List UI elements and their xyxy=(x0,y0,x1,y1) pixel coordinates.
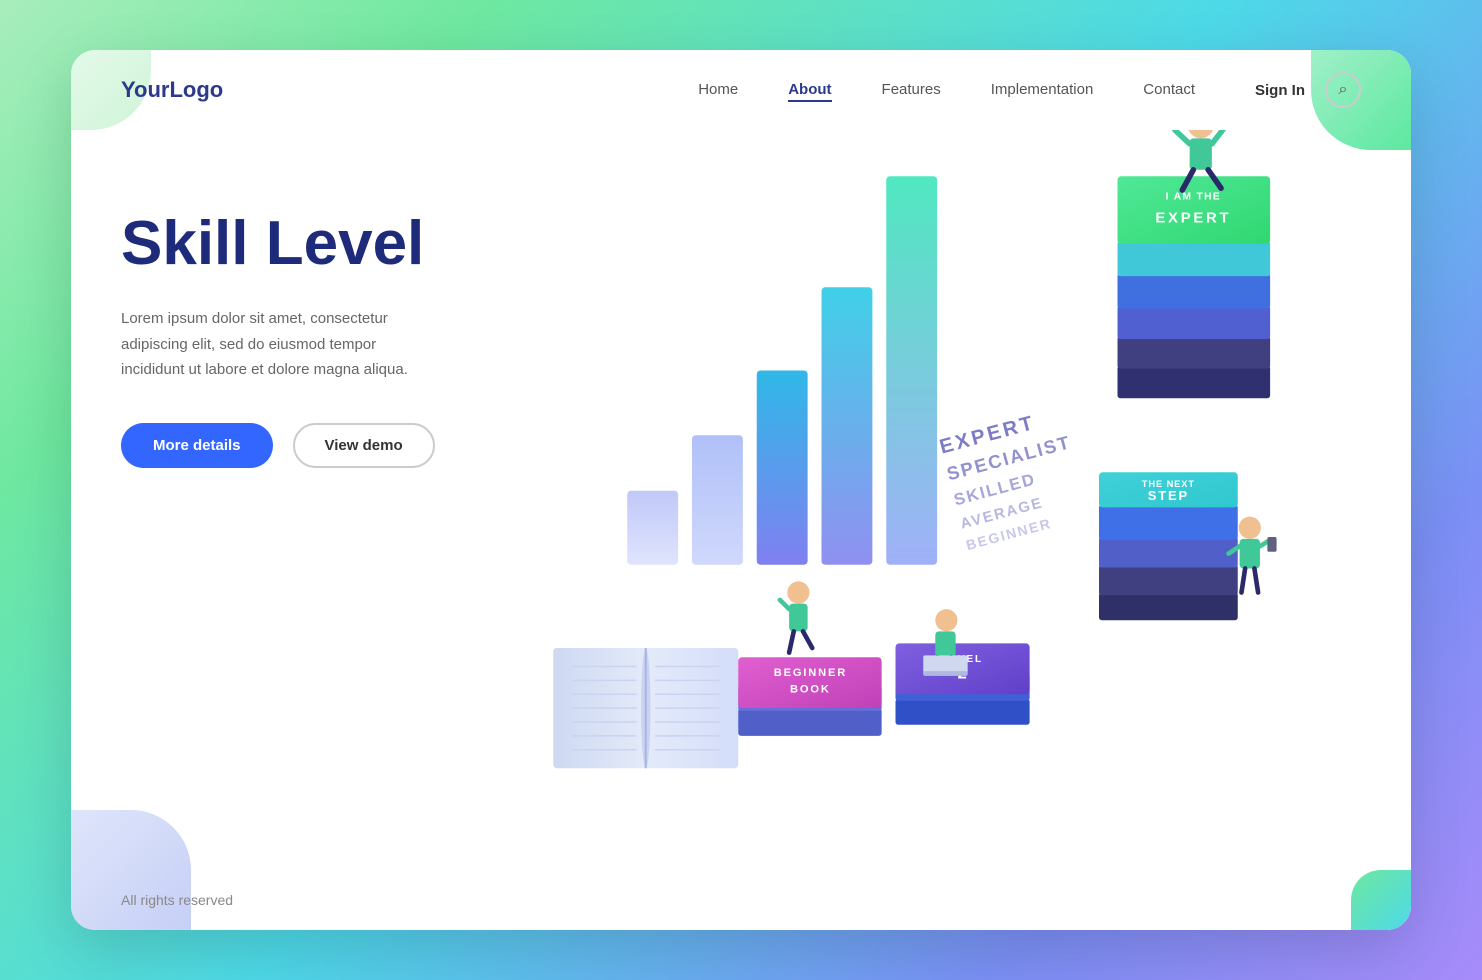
nav-link-implementation[interactable]: Implementation xyxy=(991,81,1094,98)
nav-right: Sign In ⌕ xyxy=(1255,72,1361,108)
svg-text:SPECIALIST: SPECIALIST xyxy=(945,431,1074,484)
svg-text:STEP: STEP xyxy=(1148,488,1189,503)
nav-link-contact[interactable]: Contact xyxy=(1143,81,1195,98)
bar-expert xyxy=(886,176,937,565)
search-button[interactable]: ⌕ xyxy=(1325,72,1361,108)
right-panel: EXPERT SPECIALIST SKILLED AVERAGE BEGINN… xyxy=(491,130,1411,870)
svg-text:EXPERT: EXPERT xyxy=(937,412,1037,459)
svg-text:THE NEXT: THE NEXT xyxy=(1142,479,1195,489)
svg-text:LEVEL: LEVEL xyxy=(941,654,983,665)
footer: All rights reserved xyxy=(71,870,1411,930)
svg-text:EXPERT: EXPERT xyxy=(1155,211,1231,227)
navbar: YourLogo Home About Features Implementat… xyxy=(71,50,1411,130)
person-laptop xyxy=(923,609,967,676)
person-beginner xyxy=(780,581,812,652)
more-details-button[interactable]: More details xyxy=(121,423,273,468)
footer-text: All rights reserved xyxy=(121,892,233,908)
bar-average xyxy=(692,435,743,565)
nav-item-features[interactable]: Features xyxy=(882,81,941,99)
open-book-group xyxy=(553,648,738,768)
main-content: Skill Level Lorem ipsum dolor sit amet, … xyxy=(71,130,1411,870)
nav-item-home[interactable]: Home xyxy=(698,81,738,99)
nav-links: Home About Features Implementation Conta… xyxy=(698,81,1195,99)
bar-beginner xyxy=(627,491,678,565)
level2-book-stack: LEVEL 2 xyxy=(896,643,1030,724)
person-expert xyxy=(1175,130,1225,190)
hero-description: Lorem ipsum dolor sit amet, consectetur … xyxy=(121,306,441,383)
svg-text:BEGINNER: BEGINNER xyxy=(774,667,847,679)
next-step-book-stack: THE NEXT STEP xyxy=(1099,472,1238,620)
beginner-book-stack: BEGINNER BOOK xyxy=(738,657,881,736)
hero-title: Skill Level xyxy=(121,210,441,278)
nav-link-about[interactable]: About xyxy=(788,81,831,102)
nav-item-about[interactable]: About xyxy=(788,81,831,99)
nav-link-features[interactable]: Features xyxy=(882,81,941,98)
bar-specialist xyxy=(822,287,873,565)
level-labels-group: EXPERT SPECIALIST SKILLED AVERAGE BEGINN… xyxy=(937,404,1091,553)
svg-text:AVERAGE: AVERAGE xyxy=(959,495,1045,532)
svg-text:I AM THE: I AM THE xyxy=(1166,191,1221,202)
view-demo-button[interactable]: View demo xyxy=(293,423,435,468)
svg-text:BOOK: BOOK xyxy=(790,683,831,695)
nav-link-home[interactable]: Home xyxy=(698,81,738,98)
illustration: EXPERT SPECIALIST SKILLED AVERAGE BEGINN… xyxy=(491,130,1411,870)
bar-skilled xyxy=(757,371,808,565)
svg-text:BEGINNER: BEGINNER xyxy=(964,515,1053,553)
person-reading xyxy=(1229,517,1277,593)
svg-text:2: 2 xyxy=(957,664,966,683)
nav-item-implementation[interactable]: Implementation xyxy=(991,81,1094,99)
button-group: More details View demo xyxy=(121,423,441,468)
search-icon: ⌕ xyxy=(1339,81,1348,99)
sign-in-button[interactable]: Sign In xyxy=(1255,82,1305,99)
expert-book-stack: I AM THE EXPERT xyxy=(1118,176,1271,398)
nav-item-contact[interactable]: Contact xyxy=(1143,81,1195,99)
svg-text:SKILLED: SKILLED xyxy=(952,469,1038,509)
left-panel: Skill Level Lorem ipsum dolor sit amet, … xyxy=(71,130,491,870)
logo: YourLogo xyxy=(121,77,223,103)
